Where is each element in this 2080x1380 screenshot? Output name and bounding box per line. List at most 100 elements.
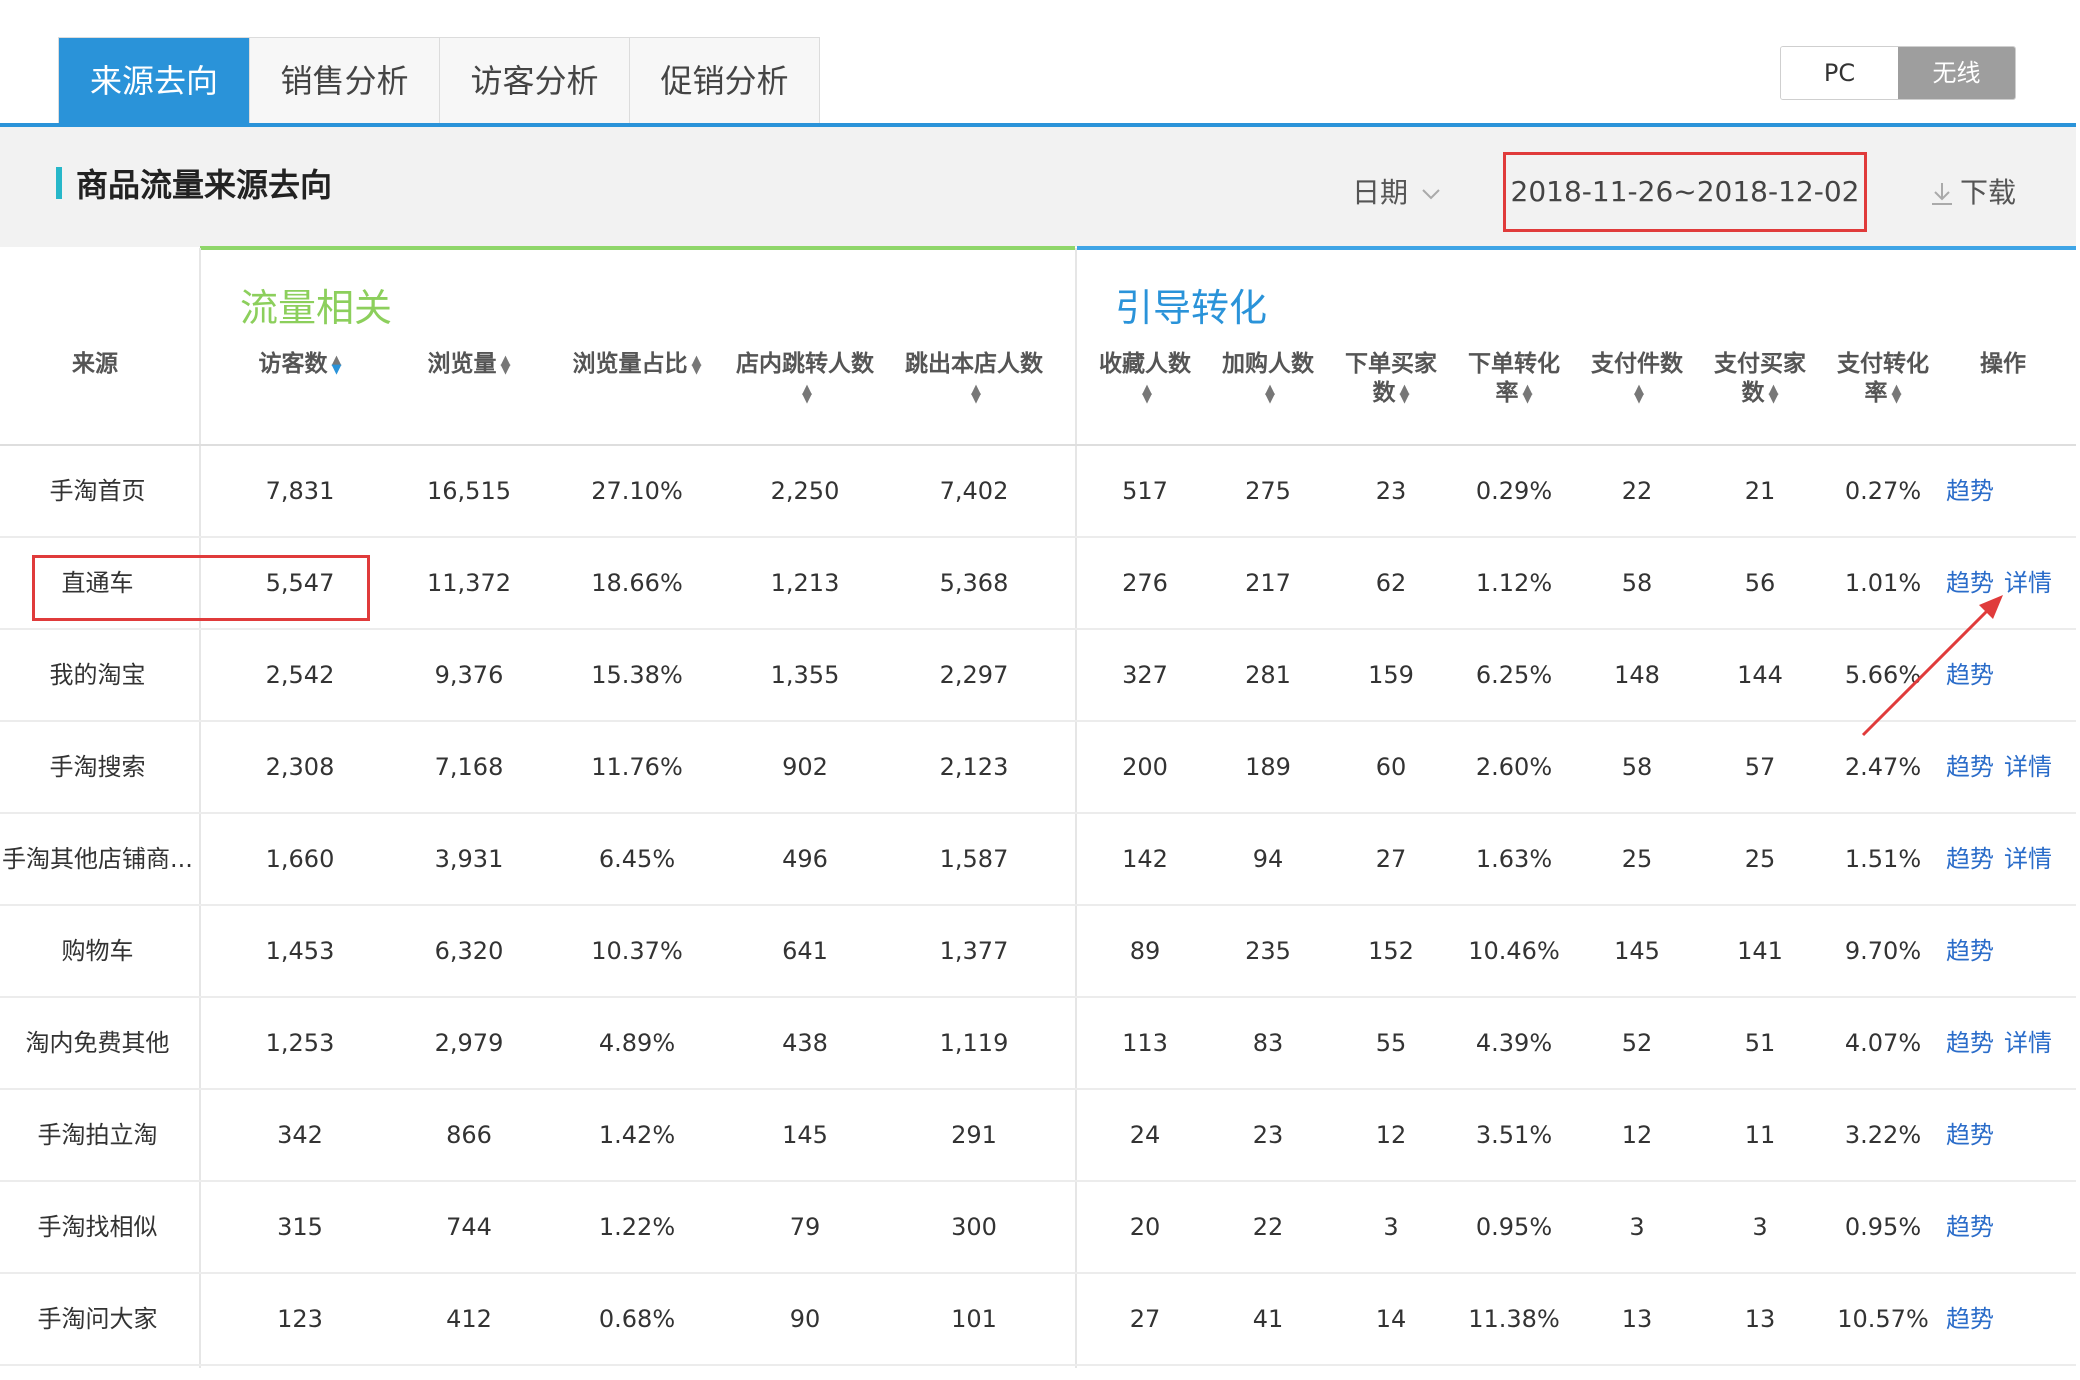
- device-toggle: PC 无线: [1780, 46, 2016, 100]
- sort-icon[interactable]: ▲ ▼: [1523, 383, 1533, 405]
- cell-actions: 趋势: [1946, 1090, 2076, 1180]
- cell-favorites: 27: [1129, 1305, 1161, 1333]
- trend-link[interactable]: 趋势: [1946, 1305, 1994, 1333]
- cell-order-buyers: 12: [1375, 1121, 1407, 1149]
- cell-actions: 趋势: [1946, 1274, 2076, 1364]
- detail-link[interactable]: 详情: [2004, 753, 2052, 781]
- cell-order-buyers: 14: [1375, 1305, 1407, 1333]
- column-header-add-cart[interactable]: 加购人数 ▲ ▼: [1207, 350, 1329, 408]
- page-title: 商品流量来源去向: [76, 166, 333, 204]
- cell-pv-share: 0.68%: [598, 1305, 676, 1333]
- cell-store-jump: 145: [782, 1121, 828, 1149]
- download-button[interactable]: 下载: [1930, 171, 2016, 211]
- cell-exit-store: 7,402: [939, 477, 1009, 505]
- sort-icon[interactable]: ▲ ▼: [332, 354, 342, 376]
- column-header-store-jump[interactable]: 店内跳转人数 ▲ ▼: [720, 350, 890, 408]
- sort-icon[interactable]: ▲ ▼: [1892, 383, 1902, 405]
- cell-pay-conv: 0.95%: [1844, 1213, 1922, 1241]
- column-header-pv-share[interactable]: 浏览量占比 ▲ ▼: [552, 350, 722, 379]
- sort-icon[interactable]: ▲ ▼: [1400, 383, 1410, 405]
- cell-source: 淘内免费其他: [25, 1029, 170, 1057]
- traffic-group-title: 流量相关: [240, 286, 393, 330]
- cell-pay-items: 58: [1621, 569, 1653, 597]
- column-header-pageviews[interactable]: 浏览量 ▲ ▼: [384, 350, 554, 379]
- column-header-pay-items[interactable]: 支付件数 ▲ ▼: [1576, 350, 1698, 408]
- column-header-favorites[interactable]: 收藏人数 ▲ ▼: [1084, 350, 1206, 408]
- sort-icon[interactable]: ▲ ▼: [692, 354, 702, 376]
- cell-pay-buyers: 56: [1744, 569, 1776, 597]
- table-row: 手淘拍立淘 342 866 1.42% 145 291 24 23 12 3.51% 12 11 3.2…: [0, 1090, 2076, 1182]
- tab-visitor-analysis[interactable]: 访客分析: [439, 38, 629, 124]
- cell-actions: 趋势 详情: [1946, 814, 2076, 904]
- trend-link[interactable]: 趋势: [1946, 1213, 1994, 1241]
- cell-add-cart: 41: [1252, 1305, 1284, 1333]
- cell-pay-conv: 1.51%: [1844, 845, 1922, 873]
- table-row: 我的淘宝 2,542 9,376 15.38% 1,355 2,297 327 281 159 6…: [0, 630, 2076, 722]
- cell-visitors: 1,453: [265, 937, 335, 965]
- date-dropdown[interactable]: 日期: [1352, 171, 1441, 211]
- cell-favorites: 20: [1129, 1213, 1161, 1241]
- cell-pay-buyers: 57: [1744, 753, 1776, 781]
- column-header-order-buyers[interactable]: 下单买家数 ▲ ▼: [1330, 350, 1452, 408]
- cell-favorites: 89: [1129, 937, 1161, 965]
- table-row: 手淘问大家 123 412 0.68% 90 101 27 41 14 11.38% 13 13 10.…: [0, 1274, 2076, 1366]
- cell-favorites: 24: [1129, 1121, 1161, 1149]
- tab-sales-analysis[interactable]: 销售分析: [249, 38, 439, 124]
- cell-pay-buyers: 3: [1752, 1213, 1768, 1241]
- trend-link[interactable]: 趋势: [1946, 1121, 1994, 1149]
- table-row: 购物车 1,453 6,320 10.37% 641 1,377 89 235 152 10.46…: [0, 906, 2076, 998]
- column-header-pay-buyers[interactable]: 支付买家数 ▲ ▼: [1699, 350, 1821, 408]
- tab-source-destination[interactable]: 来源去向: [59, 38, 249, 125]
- cell-visitors: 342: [277, 1121, 323, 1149]
- column-header-source: 来源: [0, 350, 194, 379]
- cell-pay-items: 22: [1621, 477, 1653, 505]
- sort-icon[interactable]: ▲ ▼: [1142, 383, 1152, 405]
- sort-icon[interactable]: ▲ ▼: [971, 383, 981, 405]
- trend-link[interactable]: 趋势: [1946, 753, 1994, 781]
- cell-pv-share: 4.89%: [598, 1029, 676, 1057]
- detail-link[interactable]: 详情: [2004, 1029, 2052, 1057]
- column-header-pay-conv[interactable]: 支付转化率 ▲ ▼: [1822, 350, 1944, 408]
- cell-add-cart: 22: [1252, 1213, 1284, 1241]
- cell-order-conv: 6.25%: [1475, 661, 1553, 689]
- section-header: 商品流量来源去向 日期 2018-11-26~2018-12-02 下载: [0, 127, 2076, 247]
- cell-store-jump: 1,355: [770, 661, 840, 689]
- cell-favorites: 276: [1122, 569, 1168, 597]
- cell-source: 手淘首页: [49, 477, 146, 505]
- cell-favorites: 113: [1122, 1029, 1168, 1057]
- trend-link[interactable]: 趋势: [1946, 845, 1994, 873]
- column-header-exit-store[interactable]: 跳出本店人数 ▲ ▼: [889, 350, 1059, 408]
- column-header-order-conv[interactable]: 下单转化率 ▲ ▼: [1453, 350, 1575, 408]
- cell-order-conv: 0.95%: [1475, 1213, 1553, 1241]
- column-header-label: 数: [1741, 380, 1765, 406]
- detail-link[interactable]: 详情: [2004, 845, 2052, 873]
- cell-pay-items: 148: [1614, 661, 1660, 689]
- cell-order-buyers: 60: [1375, 753, 1407, 781]
- cell-pay-buyers: 51: [1744, 1029, 1776, 1057]
- sort-icon[interactable]: ▲ ▼: [501, 354, 511, 376]
- cell-actions: 趋势: [1946, 446, 2076, 536]
- cell-exit-store: 2,297: [939, 661, 1009, 689]
- trend-link[interactable]: 趋势: [1946, 937, 1994, 965]
- column-header-visitors[interactable]: 访客数 ▲ ▼: [215, 350, 385, 379]
- tab-promotion-analysis[interactable]: 促销分析: [629, 38, 819, 124]
- date-range-picker[interactable]: 2018-11-26~2018-12-02: [1503, 152, 1867, 232]
- highlight-box: [32, 555, 370, 621]
- cell-pageviews: 744: [446, 1213, 492, 1241]
- cell-pay-buyers: 13: [1744, 1305, 1776, 1333]
- trend-link[interactable]: 趋势: [1946, 1029, 1994, 1057]
- sort-icon[interactable]: ▲ ▼: [1769, 383, 1779, 405]
- cell-pageviews: 7,168: [434, 753, 504, 781]
- device-pc-button[interactable]: PC: [1781, 47, 1898, 99]
- table-row: 手淘首页 7,831 16,515 27.10% 2,250 7,402 517 275 23 0…: [0, 446, 2076, 538]
- sort-icon[interactable]: ▲ ▼: [802, 383, 812, 405]
- cell-order-conv: 3.51%: [1475, 1121, 1553, 1149]
- device-wireless-button[interactable]: 无线: [1898, 47, 2015, 99]
- cell-pageviews: 6,320: [434, 937, 504, 965]
- trend-link[interactable]: 趋势: [1946, 477, 1994, 505]
- column-header-label: 下单买家: [1345, 351, 1437, 377]
- cell-source: 购物车: [61, 937, 134, 965]
- sort-icon[interactable]: ▲ ▼: [1634, 383, 1644, 405]
- cell-pay-items: 25: [1621, 845, 1653, 873]
- sort-icon[interactable]: ▲ ▼: [1265, 383, 1275, 405]
